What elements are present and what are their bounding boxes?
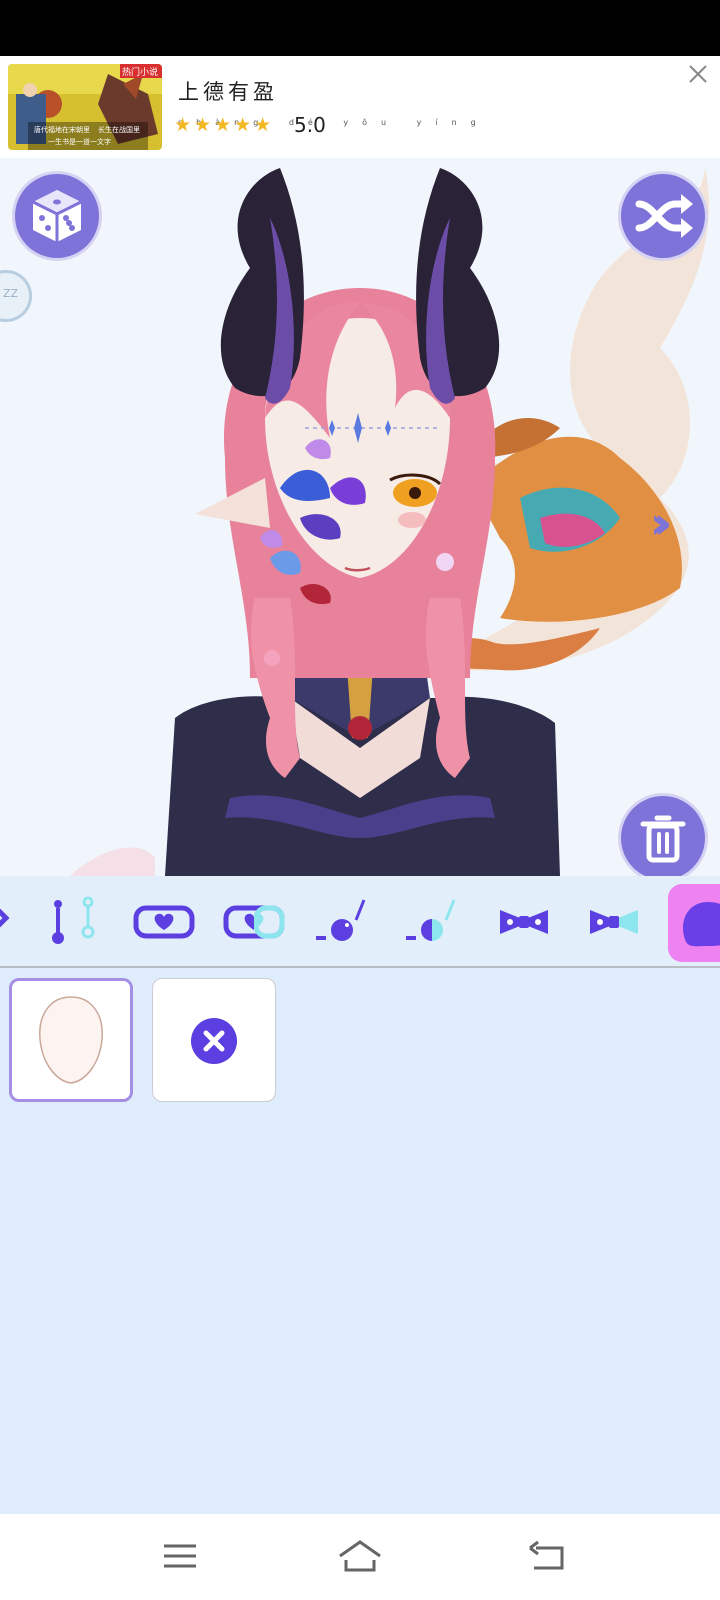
delete-button[interactable] [621,796,705,876]
earring-icon [316,899,366,941]
item-panel [0,968,720,1514]
shuffle-icon [635,194,693,238]
dice-icon [32,190,82,242]
bow-icon [500,910,548,934]
category-toolbar[interactable] [0,876,720,968]
piercing-icon [52,896,95,944]
ad-rating-stars: ★★★★★ [174,114,275,136]
ad-title[interactable]: 上德有盈 [178,76,278,106]
shuffle-button[interactable] [621,174,705,258]
face-shape-preview [39,996,103,1084]
blob-icon [683,902,720,947]
heart-icon [133,905,195,939]
bow-tool[interactable] [492,890,556,954]
pinyin-3: yǒu [343,118,401,127]
menu-icon[interactable] [156,1534,204,1578]
back-icon[interactable] [524,1534,572,1578]
double-chevron-right-icon[interactable]: ›› [650,498,673,549]
close-icon[interactable] [686,62,710,86]
bow-color-tool[interactable] [582,890,646,954]
status-bar [0,0,720,56]
side-tab-label: ZZ [3,287,19,300]
home-icon[interactable] [336,1534,384,1578]
face-shape-tool[interactable] [668,884,720,962]
ad-thumb-caption-2: 长生在战国里 [98,125,140,134]
earring-color-tool[interactable] [402,890,466,954]
pinyin-4: yíng [416,118,490,127]
earring-color-icon [406,899,456,941]
ad-banner[interactable]: 热门小说 唐代福地在宋朝里 长生在战国里 一生书是一道一文字 shàng dé … [0,56,720,158]
face-shape-item[interactable] [9,978,133,1102]
avatar-canvas[interactable]: ZZ ›› [0,158,720,876]
ad-thumbnail[interactable]: 热门小说 唐代福地在宋朝里 长生在战国里 一生书是一道一文字 [8,64,162,150]
piercing-tool[interactable] [42,890,106,954]
ad-thumb-caption-1: 唐代福地在宋朝里 [34,125,90,134]
none-item[interactable] [152,978,276,1102]
trash-icon [640,815,686,863]
close-circle-icon [191,1018,237,1064]
bow-color-icon [590,910,638,934]
randomize-button[interactable] [15,174,99,258]
heart-blush-color-tool[interactable] [222,890,286,954]
earring-tool[interactable] [312,890,376,954]
ad-thumb-badge: 热门小说 [122,66,158,78]
heart-blush-tool[interactable] [132,890,196,954]
partial-icon [0,908,10,928]
system-nav-bar [0,1514,720,1600]
ad-rating-value: 5.0 [294,113,326,137]
avatar-illustration [70,168,709,876]
ad-thumb-caption-3: 一生书是一道一文字 [48,137,111,146]
heart-color-icon [223,905,285,939]
bangs-tool[interactable] [0,890,34,954]
